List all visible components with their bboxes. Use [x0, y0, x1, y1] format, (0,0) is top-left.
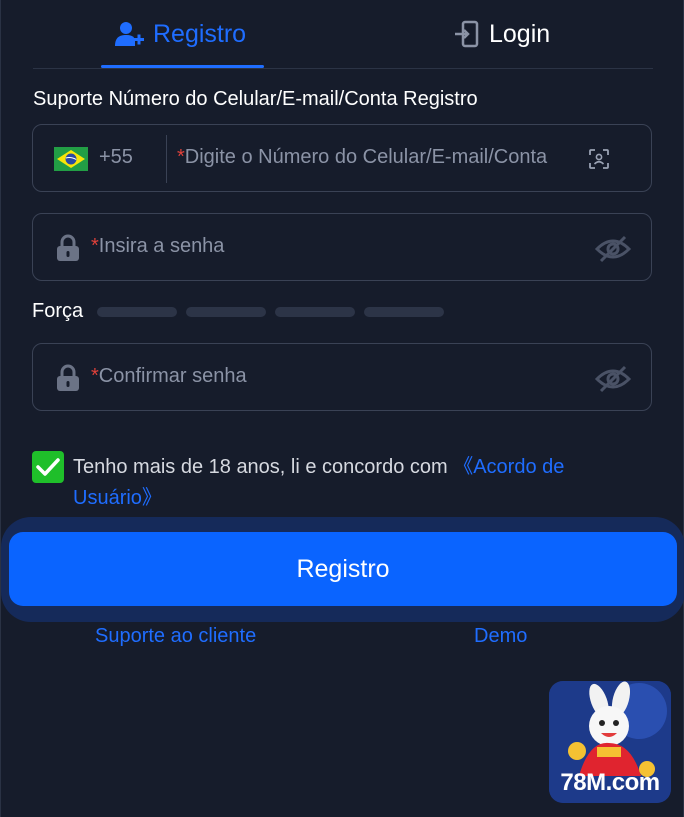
- agreement-label: Tenho mais de 18 anos, li e concordo com: [73, 456, 454, 478]
- password-placeholder: Insira a senha: [98, 235, 225, 257]
- eye-hidden-icon[interactable]: [595, 365, 631, 393]
- account-field[interactable]: +55 *Digite o Número do Celular/E-mail/C…: [32, 124, 652, 192]
- strength-bar-2: [186, 307, 266, 317]
- demo-link[interactable]: Demo: [474, 625, 527, 648]
- country-code[interactable]: +55: [99, 146, 133, 169]
- lock-icon: [57, 364, 79, 391]
- lock-icon: [57, 234, 79, 261]
- confirm-password-input[interactable]: *Confirmar senha: [91, 365, 247, 388]
- tab-login-label: Login: [489, 19, 551, 48]
- confirm-placeholder: Confirmar senha: [98, 365, 247, 387]
- logo-text: 78M.com: [560, 769, 660, 796]
- strength-bar-3: [275, 307, 355, 317]
- confirm-password-field[interactable]: *Confirmar senha: [32, 343, 652, 411]
- account-placeholder: Digite o Número do Celular/E-mail/Conta: [184, 146, 548, 168]
- field-divider: [166, 135, 167, 183]
- register-panel: Registro Login Suporte Número do Celular…: [0, 0, 684, 817]
- strength-bar-4: [364, 307, 444, 317]
- tab-register-label: Registro: [153, 19, 247, 48]
- agreement-text: Tenho mais de 18 anos, li e concordo com…: [73, 452, 633, 514]
- scan-face-icon[interactable]: [589, 149, 609, 169]
- agreement-checkbox[interactable]: [32, 451, 64, 483]
- strength-bar-1: [97, 307, 177, 317]
- support-label: Suporte Número do Celular/E-mail/Conta R…: [33, 88, 478, 110]
- password-field[interactable]: *Insira a senha: [32, 213, 652, 281]
- brazil-flag-icon[interactable]: [54, 147, 88, 171]
- checkmark-icon: [36, 458, 60, 476]
- required-mark: *: [91, 235, 99, 257]
- password-input[interactable]: *Insira a senha: [91, 235, 224, 258]
- register-button[interactable]: Registro: [9, 532, 677, 606]
- login-door-icon: [455, 20, 479, 48]
- eye-hidden-icon[interactable]: [595, 235, 631, 263]
- required-mark: *: [91, 365, 99, 387]
- account-input[interactable]: *Digite o Número do Celular/E-mail/Conta: [177, 146, 547, 169]
- customer-support-link[interactable]: Suporte ao cliente: [95, 625, 256, 648]
- active-tab-indicator: [101, 65, 264, 68]
- tab-register[interactable]: Registro: [115, 0, 246, 68]
- strength-label: Força: [32, 300, 84, 322]
- auth-tabs: Registro Login: [33, 0, 653, 69]
- required-mark: *: [177, 146, 185, 168]
- app-logo: 78M.com: [549, 681, 671, 803]
- add-user-icon: [115, 22, 144, 46]
- tab-login[interactable]: Login: [453, 0, 550, 68]
